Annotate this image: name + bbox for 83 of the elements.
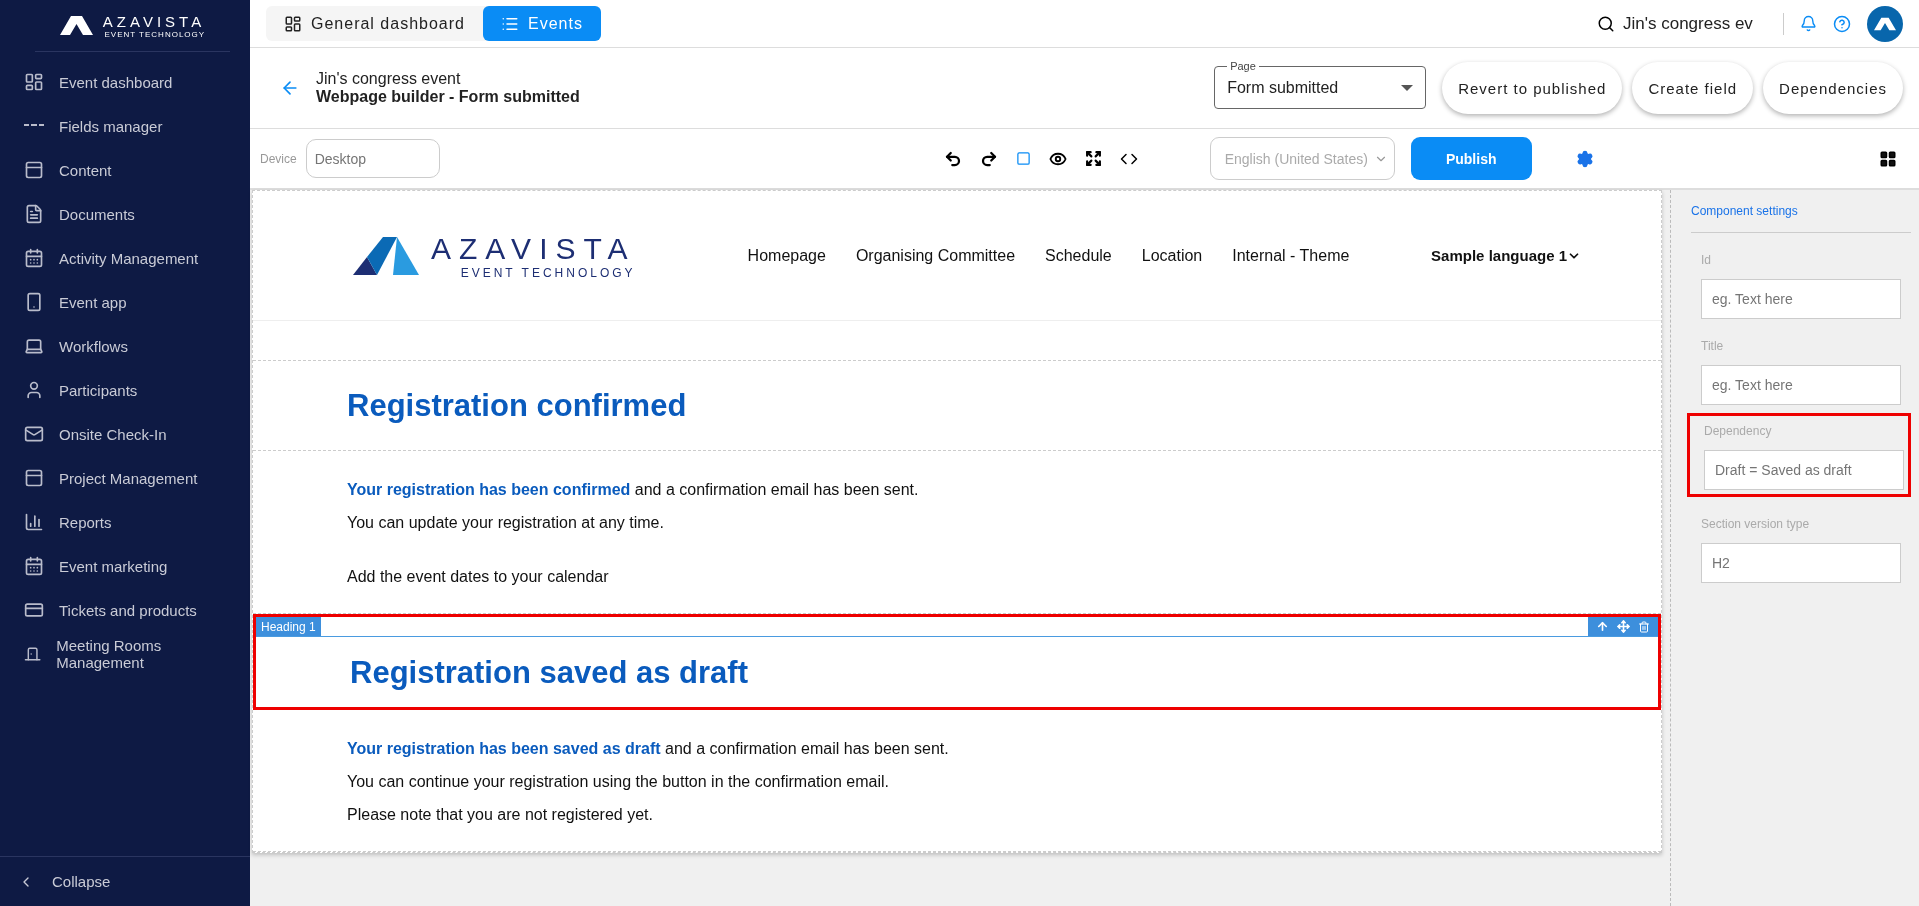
heading-section[interactable]: Heading 1 Registration saved as draft [253,614,1661,710]
bell-icon[interactable] [1800,15,1817,32]
page-subtitle: Webpage builder - Form submitted [316,88,580,106]
sidebar-item[interactable]: Workflows [0,324,250,368]
panel-icon [24,468,44,488]
panel-icon [24,160,44,180]
calendar-icon [24,248,44,268]
sidebar-item[interactable]: Meeting Rooms Management [0,632,250,676]
mail-icon [24,424,44,444]
document-icon [24,204,44,224]
sidebar-item[interactable]: Participants [0,368,250,412]
field-label: Id [1701,253,1712,267]
site-nav-link[interactable]: Homepage [747,246,826,265]
calendar-icon [24,556,44,576]
header-button[interactable]: Create field [1632,62,1754,114]
dashes-icon [24,124,44,128]
sidebar-item[interactable]: Project Management [0,456,250,500]
paragraph: Your registration has been saved as draft and a confirmation email has been sent. [347,739,950,759]
site-nav-link[interactable]: Organising Committee [855,246,1016,265]
grid-icon[interactable] [1879,149,1897,168]
block-tag: Heading 1 [256,617,321,636]
settings-icon[interactable] [1575,149,1594,168]
avatar[interactable] [1867,5,1903,42]
field-label: Section version type [1701,517,1811,531]
card-icon [24,600,44,620]
logo-tagline: EVENT TECHNOLOGY [104,29,206,39]
sidebar-item[interactable]: Content [0,148,250,192]
search-icon [1597,14,1615,33]
section-heading: Registration saved as draft [350,655,748,691]
chart-icon [24,512,44,532]
field-label: Title [1701,339,1725,353]
nav-tab[interactable]: General dashboard [266,6,483,41]
move-icon[interactable] [1617,620,1630,633]
expand-icon[interactable] [1084,150,1102,167]
sidebar-item[interactable]: Event dashboard [0,60,250,104]
header-button[interactable]: Revert to published [1442,62,1623,114]
heading-section[interactable]: Registration confirmed [253,361,1661,451]
sidebar-item[interactable]: Documents [0,192,250,236]
panel-title: Component settings [1691,204,1911,233]
laptop-icon [24,336,44,356]
logo-mark-icon [353,236,419,275]
site-nav-link[interactable]: Schedule [1045,246,1112,265]
field-label: Dependency [1704,424,1773,438]
paragraph: Your registration has been confirmed and a confirmation email has been sent. [347,480,920,500]
person-icon [24,380,44,400]
dropdown-caret-icon [1401,85,1414,91]
sidebar-item[interactable]: Tickets and products [0,588,250,632]
input-field[interactable]: H2 [1701,543,1901,583]
sidebar-item[interactable]: Event marketing [0,544,250,588]
logo-tagline: EVENT TECHNOLOGY [460,265,636,280]
device-field[interactable]: Desktop [305,139,440,178]
section-heading: Registration confirmed [347,387,687,424]
dashboard-icon [24,72,44,92]
page-select[interactable]: Page Form submitted [1214,61,1427,109]
paragraph: Please note that you are not registered yet. [347,805,654,825]
square-icon[interactable] [1015,151,1031,166]
sidebar-item[interactable]: Onsite Check-In [0,412,250,456]
trash-icon[interactable] [1638,620,1650,633]
logo-name: AZAVISTA [102,12,206,30]
sidebar-item[interactable]: Event app [0,280,250,324]
undo-icon[interactable] [943,149,962,168]
sidebar-item[interactable]: Reports [0,500,250,544]
help-icon[interactable] [1833,14,1851,33]
language-dropdown[interactable]: Sample language 1 [1431,247,1581,264]
paragraph: You can continue your registration using the button in the confirmation email. [347,772,890,792]
logo-name: AZAVISTA [431,231,636,266]
phone-icon [24,292,44,312]
device-label: Device [260,151,297,166]
site-nav-link[interactable]: Location [1141,246,1203,265]
paragraph: Add the event dates to your calendar [347,567,610,587]
paragraph: You can update your registration at any time. [347,513,665,533]
logo-mark-icon [59,16,93,35]
site-nav-link[interactable]: Internal - Theme [1232,246,1350,265]
event-name: Jin's congress event [316,70,462,88]
redo-icon[interactable] [979,149,998,168]
sidebar-item[interactable]: Activity Management [0,236,250,280]
header-button[interactable]: Dependencies [1763,62,1903,114]
arrow-up-icon[interactable] [1596,620,1609,633]
input-field[interactable]: eg. Text here [1701,365,1901,405]
sidebar-item[interactable]: Fields manager [0,104,250,148]
dashboard-icon [284,14,302,33]
input-field[interactable]: eg. Text here [1701,279,1901,319]
input-field[interactable]: Draft = Saved as draft [1704,450,1904,490]
